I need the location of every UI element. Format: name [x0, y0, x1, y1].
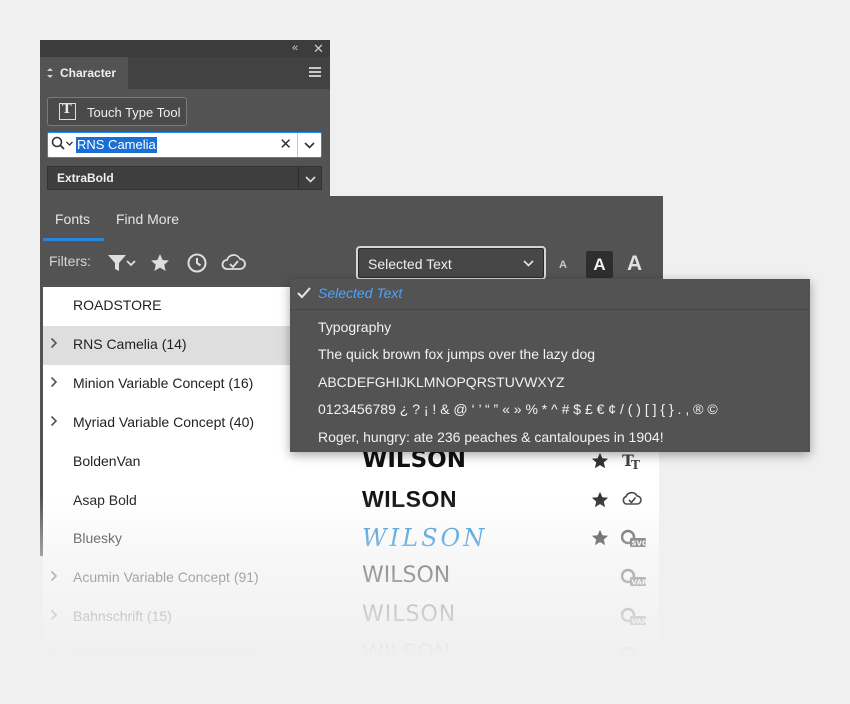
chevron-right-icon[interactable]: [50, 336, 58, 352]
touch-type-icon: T: [59, 103, 76, 120]
preview-text-dropdown-menu: Selected Text Typography The quick brown…: [290, 279, 810, 452]
truetype-icon: TT: [621, 451, 643, 476]
panel-menu-icon[interactable]: [309, 67, 321, 77]
svg-text:T: T: [631, 458, 640, 471]
collapse-icon[interactable]: «: [292, 40, 298, 57]
dropdown-divider: [290, 309, 810, 310]
touch-type-label: Touch Type Tool: [87, 105, 181, 120]
tab-character[interactable]: Character: [40, 57, 128, 89]
recently-added-clock-icon[interactable]: [186, 253, 208, 280]
synced-fonts-cloud-icon[interactable]: [221, 253, 247, 278]
touch-type-tool-button[interactable]: T Touch Type Tool: [47, 97, 187, 126]
tab-find-more[interactable]: Find More: [116, 196, 179, 241]
font-name: Minion Variable Concept (16): [73, 374, 254, 391]
font-name: ROADSTORE: [73, 297, 162, 313]
sample-size-small-button[interactable]: A: [559, 259, 567, 271]
font-style-value: ExtraBold: [57, 171, 114, 185]
dropdown-option[interactable]: ABCDEFGHIJKLMNOPQRSTUVWXYZ: [318, 374, 565, 390]
tab-fonts[interactable]: Fonts: [55, 196, 90, 241]
font-family-value: RNS Camelia: [76, 137, 157, 153]
active-tab-indicator: [43, 238, 104, 241]
panel-tab-row: Character: [40, 57, 330, 89]
font-style-select[interactable]: ExtraBold: [47, 166, 322, 190]
chevron-right-icon[interactable]: [50, 375, 58, 391]
panel-title-bar[interactable]: « ✕: [40, 40, 330, 57]
font-name: Myriad Variable Concept (40): [73, 413, 255, 430]
close-icon[interactable]: ✕: [313, 40, 324, 57]
chevron-down-icon[interactable]: [298, 167, 321, 189]
font-family-dropdown-button[interactable]: [297, 133, 321, 157]
chevron-down-icon: [523, 260, 534, 267]
dropdown-option-selected[interactable]: Selected Text: [318, 285, 402, 301]
dropdown-option[interactable]: 0123456789 ¿ ? ¡ ! & @ ‘ ’ “ ” « » % * ^…: [318, 401, 718, 417]
font-name: BoldenVan: [73, 452, 141, 469]
font-popup-header: Fonts Find More Filters: Selected Text A…: [40, 196, 663, 287]
list-fade-overlay: [40, 496, 663, 656]
chevron-right-icon[interactable]: [50, 414, 58, 430]
preview-text-select[interactable]: Selected Text: [356, 246, 546, 280]
preview-text-value: Selected Text: [368, 256, 452, 272]
dropdown-option[interactable]: The quick brown fox jumps over the lazy …: [318, 346, 595, 362]
clear-icon[interactable]: ✕: [279, 135, 292, 155]
favorite-star-icon[interactable]: [591, 452, 609, 475]
font-family-search-input[interactable]: RNS Camelia ✕: [47, 132, 322, 158]
sample-size-medium-button[interactable]: A: [586, 251, 613, 278]
checkmark-icon: [297, 286, 311, 304]
search-icon[interactable]: [51, 136, 75, 156]
character-tab-label: Character: [60, 66, 117, 80]
sample-size-large-button[interactable]: A: [627, 250, 642, 277]
font-name: RNS Camelia (14): [73, 335, 187, 352]
dropdown-option[interactable]: Typography: [318, 319, 391, 335]
filters-label: Filters:: [49, 253, 91, 269]
favorites-filter-star-icon[interactable]: [150, 253, 170, 278]
dropdown-option[interactable]: Roger, hungry: ate 236 peaches & cantalo…: [318, 429, 664, 445]
filter-classification-icon[interactable]: [107, 253, 137, 278]
